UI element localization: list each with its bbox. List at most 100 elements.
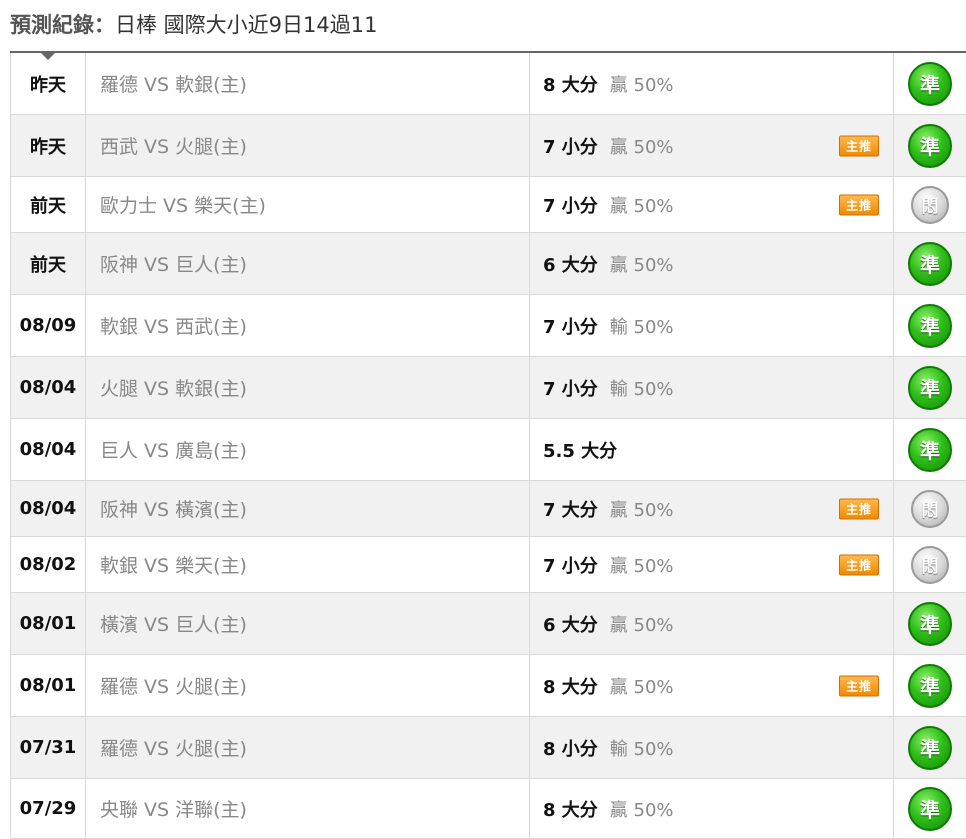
row-matchup[interactable]: 歐力士 VS 樂天(主): [86, 177, 530, 232]
row-prediction: 6 大分贏 50%: [530, 233, 894, 294]
prediction-odds: 贏 50%: [609, 254, 674, 276]
row-matchup[interactable]: 羅德 VS 火腿(主): [86, 717, 530, 778]
prediction-odds: 輸 50%: [609, 316, 674, 338]
row-prediction: 8 小分輸 50%: [530, 717, 894, 778]
row-prediction: 7 小分輸 50%: [530, 295, 894, 356]
table-row: 08/04 阪神 VS 橫濱(主) 7 大分贏 50% 主推 悶: [10, 481, 966, 537]
row-prediction: 7 大分贏 50% 主推: [530, 481, 894, 536]
result-win-icon: 準: [908, 303, 952, 348]
prediction-pick: 7 大分: [543, 499, 598, 521]
row-prediction: 6 大分贏 50%: [530, 593, 894, 654]
row-result: 準: [894, 115, 966, 176]
prediction-pick: 8 大分: [543, 676, 598, 698]
prediction-odds: 輸 50%: [609, 738, 674, 760]
prediction-odds: 贏 50%: [609, 195, 674, 217]
row-prediction: 7 小分輸 50%: [530, 357, 894, 418]
row-date: 前天: [10, 233, 86, 294]
row-matchup[interactable]: 軟銀 VS 西武(主): [86, 295, 530, 356]
row-prediction: 8 大分贏 50%: [530, 779, 894, 838]
result-win-icon: 準: [908, 241, 952, 286]
table-row: 昨天 西武 VS 火腿(主) 7 小分贏 50% 主推 準: [10, 115, 966, 177]
prediction-pick: 6 大分: [543, 254, 598, 276]
result-miss-icon: 悶: [911, 185, 949, 224]
prediction-odds: 贏 50%: [609, 555, 674, 577]
result-win-icon: 準: [908, 601, 952, 646]
table-row: 前天 歐力士 VS 樂天(主) 7 小分贏 50% 主推 悶: [10, 177, 966, 233]
result-win-icon: 準: [908, 786, 952, 831]
result-win-icon: 準: [908, 725, 952, 770]
row-matchup[interactable]: 央聯 VS 洋聯(主): [86, 779, 530, 838]
row-matchup[interactable]: 阪神 VS 巨人(主): [86, 233, 530, 294]
row-prediction: 5.5 大分: [530, 419, 894, 480]
prediction-odds: 輸 50%: [609, 378, 674, 400]
row-matchup[interactable]: 橫濱 VS 巨人(主): [86, 593, 530, 654]
row-result: 準: [894, 233, 966, 294]
featured-pick-badge: 主推: [839, 135, 879, 156]
row-result: 準: [894, 419, 966, 480]
result-win-icon: 準: [908, 663, 952, 708]
result-win-icon: 準: [908, 427, 952, 472]
row-date: 08/01: [10, 655, 86, 716]
row-date: 08/04: [10, 357, 86, 418]
row-date: 07/29: [10, 779, 86, 838]
row-matchup[interactable]: 羅德 VS 軟銀(主): [86, 53, 530, 114]
row-result: 準: [894, 593, 966, 654]
prediction-pick: 7 小分: [543, 378, 598, 400]
prediction-pick: 5.5 大分: [543, 440, 618, 462]
row-matchup[interactable]: 火腿 VS 軟銀(主): [86, 357, 530, 418]
row-date: 前天: [10, 177, 86, 232]
featured-pick-badge: 主推: [839, 554, 879, 575]
prediction-odds: 贏 50%: [609, 799, 674, 821]
prediction-records-table: 昨天 羅德 VS 軟銀(主) 8 大分贏 50% 準昨天 西武 VS 火腿(主) 7 小分…: [10, 53, 966, 839]
row-result: 準: [894, 717, 966, 778]
prediction-pick: 7 小分: [543, 136, 598, 158]
result-win-icon: 準: [908, 365, 952, 410]
result-miss-icon: 悶: [911, 489, 949, 528]
row-matchup[interactable]: 西武 VS 火腿(主): [86, 115, 530, 176]
row-result: 準: [894, 53, 966, 114]
row-prediction: 8 大分贏 50% 主推: [530, 655, 894, 716]
title-label: 預測紀錄：: [10, 13, 115, 37]
table-row: 07/31 羅德 VS 火腿(主) 8 小分輸 50% 準: [10, 717, 966, 779]
row-date: 昨天: [10, 115, 86, 176]
row-date: 08/02: [10, 537, 86, 592]
table-row: 前天 阪神 VS 巨人(主) 6 大分贏 50% 準: [10, 233, 966, 295]
row-result: 準: [894, 655, 966, 716]
row-matchup[interactable]: 軟銀 VS 樂天(主): [86, 537, 530, 592]
table-row: 08/02 軟銀 VS 樂天(主) 7 小分贏 50% 主推 悶: [10, 537, 966, 593]
prediction-odds: 贏 50%: [609, 74, 674, 96]
result-miss-icon: 悶: [911, 545, 949, 584]
featured-pick-badge: 主推: [839, 194, 879, 215]
prediction-odds: 贏 50%: [609, 136, 674, 158]
page-title: 預測紀錄：日棒 國際大小近9日14過11: [10, 12, 377, 38]
row-result: 悶: [894, 537, 966, 592]
prediction-pick: 7 小分: [543, 316, 598, 338]
prediction-pick: 8 大分: [543, 799, 598, 821]
page-header: 預測紀錄：日棒 國際大小近9日14過11: [0, 0, 966, 60]
row-prediction: 7 小分贏 50% 主推: [530, 115, 894, 176]
prediction-odds: 贏 50%: [609, 499, 674, 521]
row-result: 悶: [894, 177, 966, 232]
prediction-pick: 8 大分: [543, 74, 598, 96]
row-prediction: 7 小分贏 50% 主推: [530, 537, 894, 592]
prediction-pick: 8 小分: [543, 738, 598, 760]
prediction-odds: 贏 50%: [609, 676, 674, 698]
prediction-odds: 贏 50%: [609, 614, 674, 636]
featured-pick-badge: 主推: [839, 675, 879, 696]
row-date: 08/09: [10, 295, 86, 356]
row-date: 08/04: [10, 481, 86, 536]
row-matchup[interactable]: 羅德 VS 火腿(主): [86, 655, 530, 716]
row-matchup[interactable]: 阪神 VS 橫濱(主): [86, 481, 530, 536]
row-date: 昨天: [10, 53, 86, 114]
table-row: 昨天 羅德 VS 軟銀(主) 8 大分贏 50% 準: [10, 53, 966, 115]
row-date: 07/31: [10, 717, 86, 778]
row-matchup[interactable]: 巨人 VS 廣島(主): [86, 419, 530, 480]
title-subtitle: 日棒 國際大小近9日14過11: [115, 13, 378, 37]
row-prediction: 8 大分贏 50%: [530, 53, 894, 114]
row-result: 準: [894, 295, 966, 356]
prediction-pick: 7 小分: [543, 555, 598, 577]
table-row: 08/04 巨人 VS 廣島(主) 5.5 大分 準: [10, 419, 966, 481]
result-win-icon: 準: [908, 123, 952, 168]
table-row: 08/04 火腿 VS 軟銀(主) 7 小分輸 50% 準: [10, 357, 966, 419]
featured-pick-badge: 主推: [839, 498, 879, 519]
